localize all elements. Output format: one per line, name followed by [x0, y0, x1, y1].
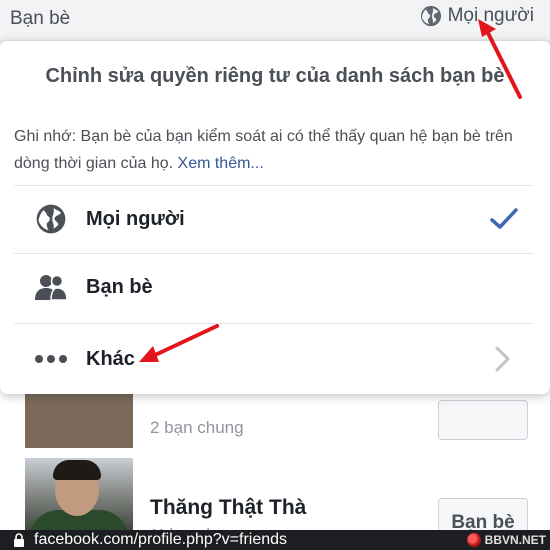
divider	[14, 323, 534, 324]
checkmark-icon	[490, 208, 518, 229]
privacy-selector-label: Mọi người	[447, 5, 534, 26]
option-label: Bạn bè	[86, 275, 153, 298]
option-friends[interactable]: Bạn bè	[0, 253, 550, 321]
see-more-link[interactable]: Xem thêm...	[178, 155, 264, 172]
lock-icon	[14, 533, 24, 547]
friends-icon	[34, 270, 68, 304]
privacy-note: Ghi nhớ: Bạn bè của bạn kiểm soát ai có …	[14, 123, 534, 177]
globe-icon	[34, 202, 68, 236]
friend-status-button[interactable]	[438, 400, 528, 440]
mutual-friends-count: 2 bạn chung	[150, 418, 244, 437]
friend-avatar[interactable]	[25, 458, 133, 540]
logo-icon	[466, 533, 481, 547]
privacy-selector-button[interactable]: Mọi người	[420, 5, 534, 27]
top-bar: Bạn bè Mọi người	[0, 0, 550, 40]
page-title: Bạn bè	[10, 8, 71, 29]
more-dots-icon	[34, 342, 68, 376]
watermark-text: BBVN.NET	[484, 533, 546, 547]
option-everyone[interactable]: Mọi người	[0, 185, 550, 253]
chevron-right-icon	[495, 346, 510, 372]
option-label: Mọi người	[86, 207, 185, 230]
globe-icon	[420, 5, 441, 27]
url-text: facebook.com/profile.php?v=friends	[34, 531, 288, 548]
privacy-dialog: Chỉnh sửa quyền riêng tư của danh sách b…	[0, 41, 550, 394]
watermark: BBVN.NET	[466, 530, 546, 550]
option-label: Khác	[86, 347, 135, 370]
dialog-title: Chỉnh sửa quyền riêng tư của danh sách b…	[45, 65, 505, 87]
option-other[interactable]: Khác	[0, 325, 550, 393]
list-item[interactable]: Thăng Thật Thà 11 bạn chung Bạn bè	[0, 448, 550, 548]
friend-name[interactable]: Thăng Thật Thà	[150, 496, 306, 520]
